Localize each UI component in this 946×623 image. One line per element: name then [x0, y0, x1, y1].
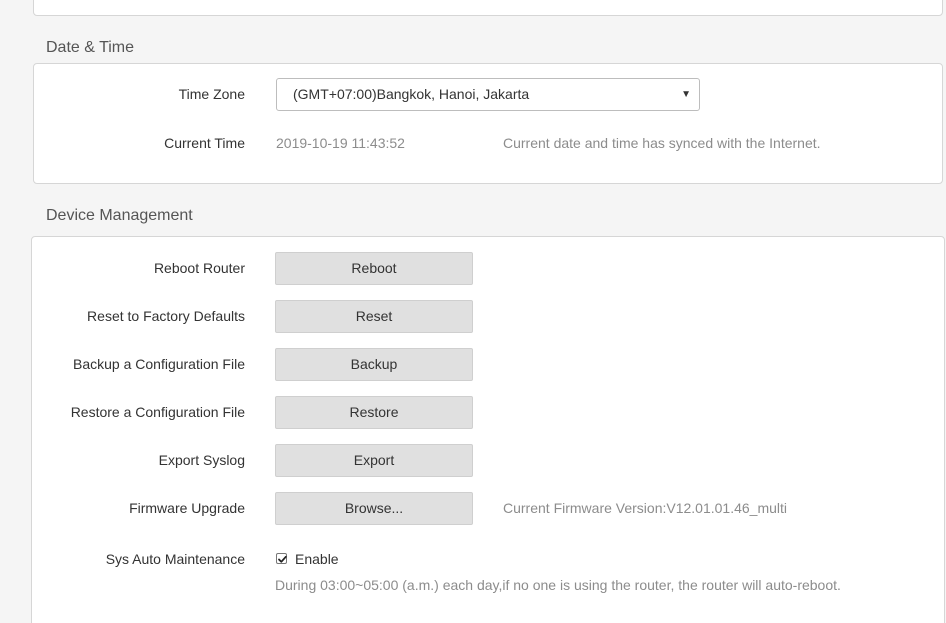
reset-button[interactable]: Reset: [275, 300, 473, 333]
time-zone-label: Time Zone: [178, 86, 245, 102]
auto-maintenance-checkbox[interactable]: [276, 553, 287, 564]
checkmark-icon: [278, 555, 287, 563]
reboot-button[interactable]: Reboot: [275, 252, 473, 285]
settings-page: Date & Time Time Zone (GMT+07:00)Bangkok…: [0, 0, 946, 623]
export-syslog-label: Export Syslog: [158, 452, 245, 468]
date-time-section-title: Date & Time: [46, 39, 135, 56]
current-time-value: 2019-10-19 11:43:52: [276, 135, 405, 151]
current-time-label: Current Time: [164, 135, 245, 151]
export-syslog-button[interactable]: Export: [275, 444, 473, 477]
time-zone-select[interactable]: (GMT+07:00)Bangkok, Hanoi, Jakarta ▼: [276, 78, 700, 111]
restore-config-label: Restore a Configuration File: [70, 404, 245, 420]
reboot-router-label: Reboot Router: [153, 260, 245, 276]
time-zone-selected-value: (GMT+07:00)Bangkok, Hanoi, Jakarta: [293, 86, 530, 102]
auto-maintenance-note: During 03:00~05:00 (a.m.) each day,if no…: [275, 577, 841, 593]
backup-button[interactable]: Backup: [275, 348, 473, 381]
chevron-down-icon: ▼: [681, 89, 691, 100]
auto-maintenance-label: Sys Auto Maintenance: [105, 551, 245, 567]
backup-config-label: Backup a Configuration File: [73, 356, 245, 372]
firmware-browse-button[interactable]: Browse...: [275, 492, 473, 525]
firmware-upgrade-label: Firmware Upgrade: [129, 500, 245, 516]
restore-button[interactable]: Restore: [275, 396, 473, 429]
previous-section-panel: [33, 0, 943, 16]
firmware-version-text: Current Firmware Version:V12.01.01.46_mu…: [503, 500, 788, 516]
device-management-section-title: Device Management: [46, 207, 193, 224]
time-sync-status: Current date and time has synced with th…: [503, 135, 821, 151]
factory-reset-label: Reset to Factory Defaults: [87, 308, 245, 324]
auto-maintenance-enable-label[interactable]: Enable: [295, 551, 339, 567]
